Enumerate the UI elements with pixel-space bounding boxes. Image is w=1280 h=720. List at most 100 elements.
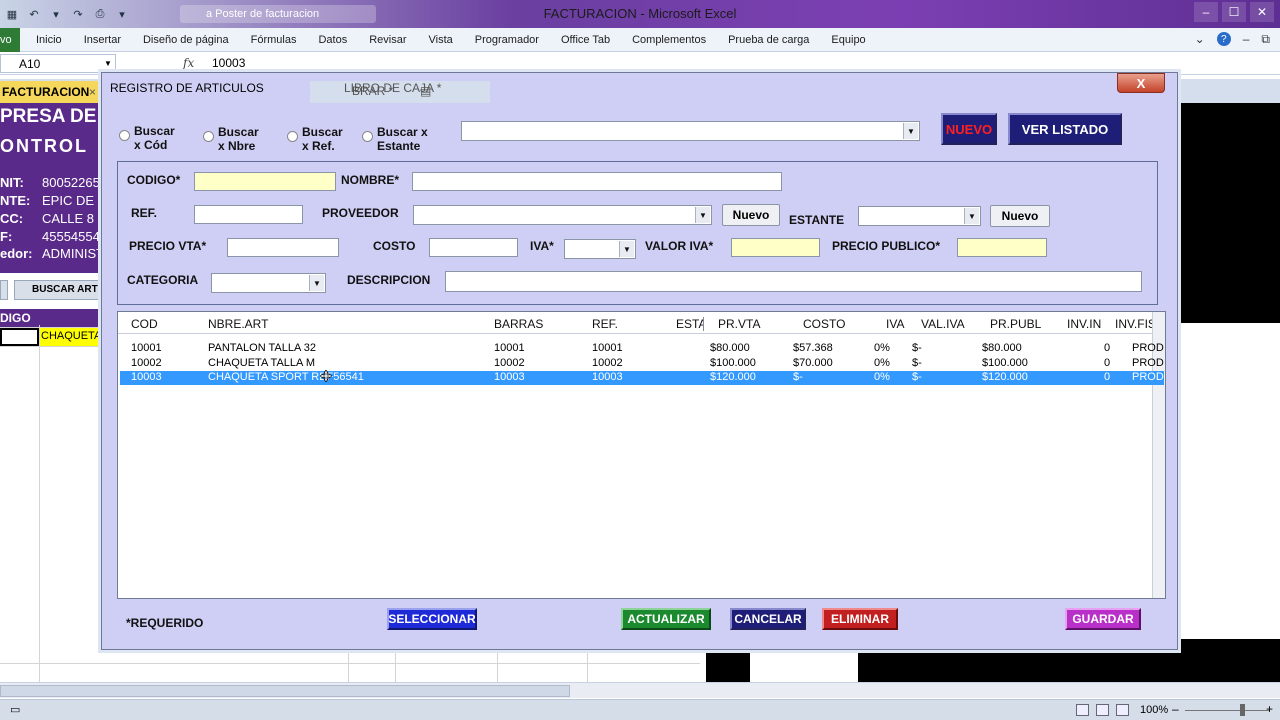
- column-header-estante[interactable]: ESTA: [676, 317, 704, 331]
- ribbon-collapse-icon[interactable]: ⌄: [1195, 32, 1205, 47]
- cell-val-iva: $-: [912, 342, 922, 354]
- function-icon[interactable]: fx: [183, 56, 194, 70]
- eliminar-button[interactable]: ELIMINAR: [822, 608, 898, 630]
- page-break-view-icon[interactable]: [1116, 704, 1129, 716]
- scrollbar-thumb[interactable]: [0, 685, 570, 697]
- selected-cell[interactable]: [0, 328, 39, 346]
- chevron-down-icon[interactable]: ▼: [619, 241, 634, 257]
- tab-diseno-pagina[interactable]: Diseño de página: [143, 34, 229, 46]
- zoom-slider-knob[interactable]: [1240, 704, 1245, 716]
- tab-office-tab[interactable]: Office Tab: [561, 34, 610, 46]
- column-header-inv-fis[interactable]: INV.FIS: [1115, 317, 1156, 331]
- article-cell[interactable]: CHAQUETA S: [39, 328, 103, 346]
- cancelar-button[interactable]: CANCELAR: [730, 608, 806, 630]
- zoom-slider[interactable]: [1185, 710, 1270, 711]
- tab-equipo[interactable]: Equipo: [831, 34, 865, 46]
- iva-combo[interactable]: ▼: [564, 239, 636, 259]
- seleccionar-button[interactable]: SELECCIONAR: [387, 608, 477, 630]
- articles-list[interactable]: COD NBRE.ART BARRAS REF. ESTA PR.VTA COS…: [117, 311, 1166, 599]
- tab-datos[interactable]: Datos: [318, 34, 347, 46]
- macro-record-icon[interactable]: ▭: [10, 703, 20, 716]
- radio-icon[interactable]: [119, 130, 130, 141]
- file-tab[interactable]: vo: [0, 27, 20, 52]
- radio-icon[interactable]: [362, 131, 373, 142]
- tab-insertar[interactable]: Insertar: [84, 34, 121, 46]
- column-header-costo[interactable]: COSTO: [803, 317, 845, 331]
- valor-iva-field[interactable]: [731, 238, 820, 257]
- chevron-down-icon[interactable]: ▼: [964, 208, 979, 224]
- chevron-down-icon[interactable]: ▼: [903, 123, 918, 139]
- close-tab-icon[interactable]: ×: [89, 85, 96, 99]
- radio-buscar-referencia[interactable]: Buscar x Ref.: [287, 125, 343, 153]
- close-window-icon[interactable]: ✕: [1250, 2, 1274, 22]
- chevron-down-icon[interactable]: ▼: [309, 275, 324, 291]
- nombre-field[interactable]: [412, 172, 782, 191]
- formula-input[interactable]: 10003: [212, 56, 245, 70]
- tab-programador[interactable]: Programador: [475, 34, 539, 46]
- name-box-dropdown-icon[interactable]: ▼: [104, 59, 112, 68]
- radio-buscar-estante[interactable]: Buscar x Estante: [362, 125, 428, 153]
- ribbon-restore-icon[interactable]: ⧉: [1261, 32, 1270, 47]
- zoom-level[interactable]: 100%: [1140, 704, 1168, 716]
- ribbon-minimize-icon[interactable]: –: [1243, 32, 1250, 47]
- codigo-field[interactable]: [194, 172, 336, 191]
- tab-complementos[interactable]: Complementos: [632, 34, 706, 46]
- close-dialog-button[interactable]: X: [1117, 73, 1165, 93]
- ver-listado-button[interactable]: VER LISTADO: [1008, 113, 1122, 145]
- chevron-down-icon[interactable]: ▼: [695, 207, 710, 223]
- tab-vista[interactable]: Vista: [429, 34, 453, 46]
- column-header-pr-publ[interactable]: PR.PUBL: [990, 317, 1041, 331]
- nuevo-estante-button[interactable]: Nuevo: [990, 205, 1050, 227]
- tab-revisar[interactable]: Revisar: [369, 34, 406, 46]
- cell-val-iva: $-: [912, 356, 922, 369]
- radio-buscar-nombre[interactable]: Buscar x Nbre: [203, 125, 259, 153]
- list-row[interactable]: 10001 PANTALON TALLA 32 10001 10001 $80.000 $…: [120, 342, 1164, 356]
- column-header-inv-in[interactable]: INV.IN: [1067, 317, 1101, 331]
- name-box[interactable]: A10: [0, 54, 116, 73]
- actualizar-button[interactable]: ACTUALIZAR: [621, 608, 711, 630]
- cell-pr-vta: $120.000: [710, 371, 756, 383]
- column-header-val-iva[interactable]: VAL.IVA: [921, 317, 965, 331]
- precio-publico-label: PRECIO PUBLICO*: [832, 239, 941, 253]
- buscar-articulo-button[interactable]: BUSCAR ARTIC: [14, 280, 110, 300]
- descripcion-field[interactable]: [445, 271, 1142, 292]
- categoria-combo[interactable]: ▼: [211, 273, 326, 293]
- column-header-pr-vta[interactable]: PR.VTA: [718, 317, 760, 331]
- radio-label: Buscar x: [377, 125, 428, 139]
- list-row[interactable]: 10003 CHAQUETA SPORT REF56541 10003 10003 $1…: [120, 371, 1164, 385]
- normal-view-icon[interactable]: [1076, 704, 1089, 716]
- ref-field[interactable]: [194, 205, 303, 224]
- column-header-ref[interactable]: REF.: [592, 317, 618, 331]
- costo-field[interactable]: [429, 238, 518, 257]
- nuevo-button[interactable]: NUEVO: [941, 113, 997, 145]
- tab-libro-caja[interactable]: LIBRO DE CAJA *: [344, 81, 441, 95]
- radio-icon[interactable]: [203, 131, 214, 142]
- maximize-icon[interactable]: ☐: [1222, 2, 1246, 22]
- nuevo-proveedor-button[interactable]: Nuevo: [722, 204, 780, 226]
- zoom-in-icon[interactable]: +: [1266, 702, 1273, 716]
- radio-buscar-codigo[interactable]: Buscar x Cód: [119, 124, 175, 152]
- tab-inicio[interactable]: Inicio: [36, 34, 62, 46]
- help-icon[interactable]: ?: [1216, 32, 1231, 46]
- radio-icon[interactable]: [287, 131, 298, 142]
- workbook-tab-facturacion[interactable]: FACTURACION ×: [0, 81, 100, 103]
- minimize-icon[interactable]: –: [1194, 2, 1218, 22]
- horizontal-scrollbar[interactable]: [0, 682, 1280, 698]
- guardar-button[interactable]: GUARDAR: [1065, 608, 1141, 630]
- column-header-barras[interactable]: BARRAS: [494, 317, 543, 331]
- estante-combo[interactable]: ▼: [858, 206, 981, 226]
- search-combo[interactable]: ▼: [461, 121, 920, 141]
- precio-vta-field[interactable]: [227, 238, 339, 257]
- tab-formulas[interactable]: Fórmulas: [251, 34, 297, 46]
- precio-publico-field[interactable]: [957, 238, 1047, 257]
- page-layout-view-icon[interactable]: [1096, 704, 1109, 716]
- company-subtitle: ONTROL: [0, 136, 88, 156]
- sheet-small-button[interactable]: [0, 280, 8, 300]
- proveedor-combo[interactable]: ▼: [413, 205, 712, 225]
- tab-prueba-carga[interactable]: Prueba de carga: [728, 34, 809, 46]
- column-header-cod[interactable]: COD: [131, 317, 158, 331]
- column-header-nombre[interactable]: NBRE.ART: [208, 317, 268, 331]
- list-row[interactable]: 10002 CHAQUETA TALLA M 10002 10002 $100.000 $…: [120, 357, 1164, 371]
- zoom-out-icon[interactable]: –: [1172, 702, 1179, 716]
- column-header-iva[interactable]: IVA: [886, 317, 904, 331]
